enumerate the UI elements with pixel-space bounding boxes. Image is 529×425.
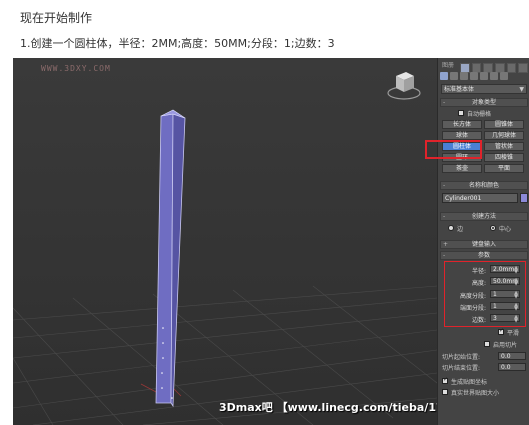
rollout-collapse-icon: - xyxy=(443,213,446,220)
rollout-object-type[interactable]: - 对象类型 xyxy=(440,98,528,107)
max-window: WWW.3DXY.COM 3Dmax吧 【www.linecg.com/tieb… xyxy=(13,58,529,425)
slice-from-label: 切片起始位置: xyxy=(442,354,481,361)
cylinder-object[interactable] xyxy=(13,58,437,425)
rollout-collapse-icon: - xyxy=(443,99,446,106)
box-button[interactable]: 长方体 xyxy=(442,120,482,129)
auto-grid-checkbox[interactable] xyxy=(458,110,464,116)
rollout-creation-method-title: 创建方法 xyxy=(471,213,496,220)
rollout-creation-method[interactable]: - 创建方法 xyxy=(440,212,528,221)
rollout-object-type-title: 对象类型 xyxy=(471,99,496,106)
rollout-keyboard-entry-title: 键盘输入 xyxy=(471,241,496,248)
category-dropdown[interactable]: 标准基本体 ▼ xyxy=(441,84,527,94)
parameters-highlight-box xyxy=(444,261,526,327)
gen-mapping-checkbox[interactable] xyxy=(442,376,448,384)
rollout-collapse-icon: - xyxy=(443,252,446,259)
object-color-swatch[interactable] xyxy=(520,193,528,203)
slice-from-value: 0.0 xyxy=(501,353,511,360)
rollout-collapse-icon: - xyxy=(443,182,446,189)
category-dropdown-value: 标准基本体 xyxy=(444,86,475,93)
cameras-icon[interactable] xyxy=(470,72,478,80)
gen-mapping-label: 生成贴图坐标 xyxy=(451,379,488,386)
center-radio[interactable] xyxy=(490,225,496,231)
edge-radio-label: 边 xyxy=(457,226,464,233)
rollout-parameters[interactable]: - 参数 xyxy=(440,251,528,260)
plane-button[interactable]: 平面 xyxy=(484,164,524,173)
command-panel: 图册 标准基本体 ▼ - 对象类型 自动栅格 长方体 圆锥体 球体 几何球体 圆… xyxy=(425,58,529,425)
panel-tab-label: 图册 xyxy=(442,62,455,69)
shapes-icon[interactable] xyxy=(450,72,458,80)
slice-to-spinner[interactable]: 0.0 xyxy=(498,363,526,371)
smooth-label: 平滑 xyxy=(507,330,520,337)
slice-on-checkbox[interactable] xyxy=(484,341,490,347)
slice-on-label: 启用切片 xyxy=(493,342,518,349)
slice-to-value: 0.0 xyxy=(501,364,511,371)
article-step: 1.创建一个圆柱体，半径：2MM;高度：50MM;分段：1;边数：3 xyxy=(20,37,335,50)
systems-icon[interactable] xyxy=(500,72,508,80)
geometry-icon[interactable] xyxy=(440,72,448,80)
chevron-down-icon: ▼ xyxy=(519,86,524,93)
slice-to-label: 切片结束位置: xyxy=(442,365,481,372)
object-name-field[interactable]: Cylinder001 xyxy=(442,193,518,203)
sphere-button[interactable]: 球体 xyxy=(442,131,482,140)
lights-icon[interactable] xyxy=(460,72,468,80)
tube-button[interactable]: 管状体 xyxy=(484,142,524,151)
category-icon-row xyxy=(440,72,528,82)
rollout-name-color[interactable]: - 名称和颜色 xyxy=(440,181,528,190)
rollout-expand-icon: + xyxy=(443,241,449,248)
rollout-name-color-title: 名称和颜色 xyxy=(468,182,499,189)
helpers-icon[interactable] xyxy=(480,72,488,80)
slice-from-spinner[interactable]: 0.0 xyxy=(498,352,526,360)
pyramid-button[interactable]: 四棱锥 xyxy=(484,153,524,162)
center-radio-label: 中心 xyxy=(499,226,512,233)
viewcube-icon[interactable] xyxy=(385,66,423,104)
smooth-checkbox[interactable] xyxy=(498,327,504,335)
rollout-keyboard-entry[interactable]: + 键盘输入 xyxy=(440,240,528,249)
site-watermark: WWW.3DXY.COM xyxy=(41,64,111,73)
edge-radio[interactable] xyxy=(448,225,454,231)
auto-grid-label: 自动栅格 xyxy=(467,111,492,118)
geosphere-button[interactable]: 几何球体 xyxy=(484,131,524,140)
real-world-checkbox[interactable] xyxy=(442,389,448,395)
article-intro: 现在开始制作 xyxy=(20,11,93,25)
teapot-button[interactable]: 茶壶 xyxy=(442,164,482,173)
rollout-parameters-title: 参数 xyxy=(477,252,490,259)
perspective-viewport[interactable]: WWW.3DXY.COM 3Dmax吧 【www.linecg.com/tieb… xyxy=(13,58,437,425)
site-mark-text: 3Dmax吧 【www.linecg.com/tieba/1771】 xyxy=(219,401,437,414)
cylinder-highlight-box xyxy=(425,140,482,159)
real-world-label: 真实世界贴图大小 xyxy=(451,390,500,397)
spacewarps-icon[interactable] xyxy=(490,72,498,80)
cone-button[interactable]: 圆锥体 xyxy=(484,120,524,129)
